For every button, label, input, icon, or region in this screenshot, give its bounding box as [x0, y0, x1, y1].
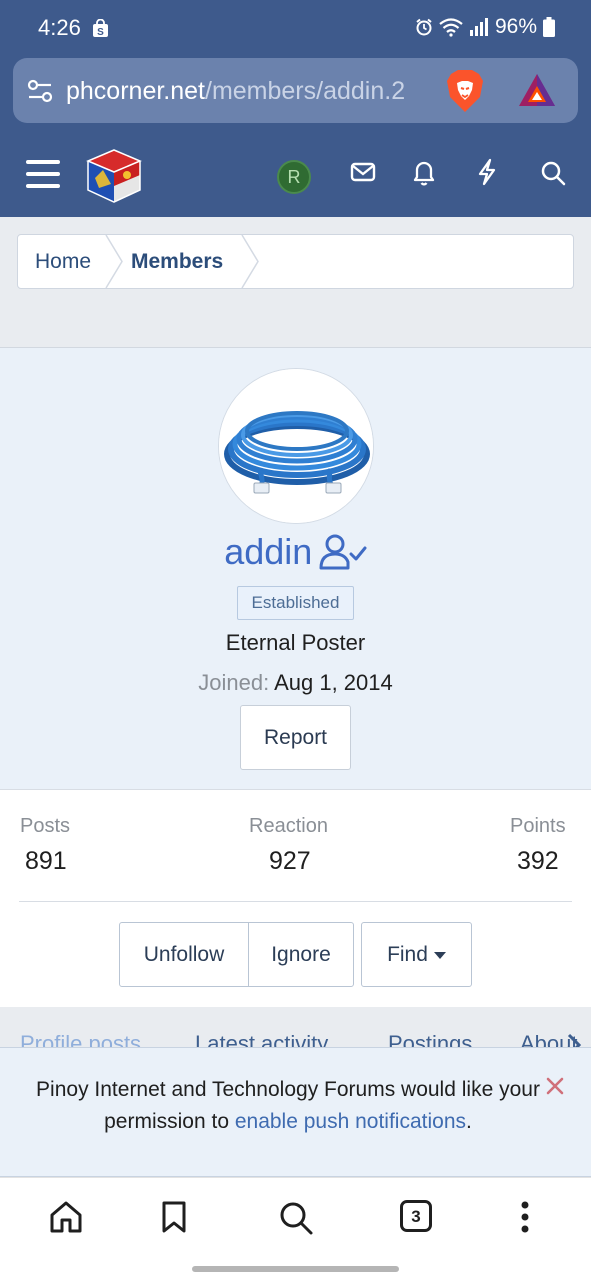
- close-icon[interactable]: [545, 1076, 565, 1096]
- chevron-right-icon[interactable]: [566, 1033, 582, 1047]
- bell-icon[interactable]: [412, 158, 436, 186]
- signal-icon: [469, 18, 488, 36]
- shopping-bag-icon: S: [93, 19, 108, 38]
- site-logo[interactable]: [85, 148, 143, 204]
- points-value[interactable]: 392: [517, 847, 559, 876]
- find-button[interactable]: Find: [361, 922, 472, 987]
- bolt-icon[interactable]: [477, 158, 497, 186]
- url-path: /members/addin.2: [205, 77, 406, 105]
- bat-rewards-icon[interactable]: [517, 72, 557, 108]
- tab-latest-activity[interactable]: Latest activity: [195, 1031, 328, 1047]
- user-check-icon: [319, 534, 367, 570]
- more-icon[interactable]: [520, 1200, 530, 1234]
- wifi-icon: [439, 18, 463, 37]
- push-notice-text: Pinoy Internet and Technology Forums wou…: [28, 1074, 548, 1138]
- report-button[interactable]: Report: [240, 705, 351, 770]
- posts-label: Posts: [20, 815, 71, 837]
- bookmark-icon[interactable]: [161, 1200, 187, 1234]
- profile-header: addin Established Eternal Poster Joined:…: [0, 348, 591, 790]
- svg-text:S: S: [97, 27, 104, 38]
- breadcrumb-home[interactable]: Home: [35, 235, 91, 288]
- profile-tabs: Profile posts Latest activity Postings A…: [0, 1007, 591, 1047]
- battery-percent: 96%: [494, 15, 537, 38]
- browser-bottom-nav: 3: [0, 1177, 591, 1280]
- breadcrumb-separator: [241, 235, 259, 288]
- status-icons: 96%: [415, 15, 555, 39]
- url-text[interactable]: phcorner.net/members/addin.2: [66, 77, 442, 106]
- chevron-down-icon: [433, 951, 446, 959]
- reaction-label: Reaction: [249, 815, 328, 837]
- home-icon[interactable]: [49, 1200, 83, 1234]
- push-notice-period: .: [466, 1110, 472, 1133]
- user-badge: Established: [237, 586, 354, 620]
- tab-profile-posts[interactable]: Profile posts: [20, 1031, 141, 1047]
- url-domain: phcorner.net: [66, 77, 205, 105]
- unfollow-button[interactable]: Unfollow: [119, 922, 249, 987]
- profile-name-row: addin: [0, 531, 591, 573]
- site-settings-icon[interactable]: [27, 78, 53, 104]
- tab-postings[interactable]: Postings: [388, 1031, 472, 1047]
- points-label: Points: [510, 815, 566, 837]
- posts-value[interactable]: 891: [25, 847, 67, 876]
- breadcrumb-members[interactable]: Members: [131, 235, 223, 288]
- ignore-button[interactable]: Ignore: [248, 922, 354, 987]
- user-avatar[interactable]: R: [277, 160, 311, 194]
- status-time: 4:26: [38, 15, 81, 40]
- stats-divider: [19, 901, 572, 902]
- profile-stats: Posts 891 Reaction 927 Points 392 Unfoll…: [0, 791, 591, 1007]
- joined-date: Aug 1, 2014: [274, 670, 393, 695]
- breadcrumb-area: Home Members: [0, 217, 591, 348]
- joined-row: Joined: Aug 1, 2014: [0, 670, 591, 696]
- breadcrumb: Home Members: [17, 234, 574, 289]
- enable-push-link[interactable]: enable push notifications: [235, 1110, 466, 1133]
- battery-icon: [543, 17, 555, 37]
- status-bar: 4:26 S 96%: [0, 0, 591, 56]
- ethernet-cable-image: [219, 369, 373, 523]
- brave-lion-icon[interactable]: [445, 69, 485, 113]
- search-icon[interactable]: [278, 1200, 314, 1236]
- breadcrumb-separator: [105, 235, 123, 288]
- browser-toolbar: phcorner.net/members/addin.2: [0, 56, 591, 128]
- reaction-value[interactable]: 927: [269, 847, 311, 876]
- alarm-icon: [416, 18, 432, 36]
- push-notice: Pinoy Internet and Technology Forums wou…: [0, 1047, 591, 1177]
- site-header: R: [0, 128, 591, 217]
- home-indicator[interactable]: [192, 1266, 399, 1272]
- profile-username: addin: [224, 531, 313, 572]
- address-bar[interactable]: phcorner.net/members/addin.2: [13, 58, 578, 123]
- menu-icon[interactable]: [26, 160, 60, 188]
- search-icon[interactable]: [540, 160, 566, 186]
- joined-label: Joined:: [198, 670, 270, 695]
- profile-avatar[interactable]: [218, 368, 374, 524]
- user-title: Eternal Poster: [225, 630, 366, 655]
- find-label: Find: [387, 943, 428, 966]
- inbox-icon[interactable]: [350, 161, 376, 183]
- tabs-icon[interactable]: 3: [400, 1200, 432, 1232]
